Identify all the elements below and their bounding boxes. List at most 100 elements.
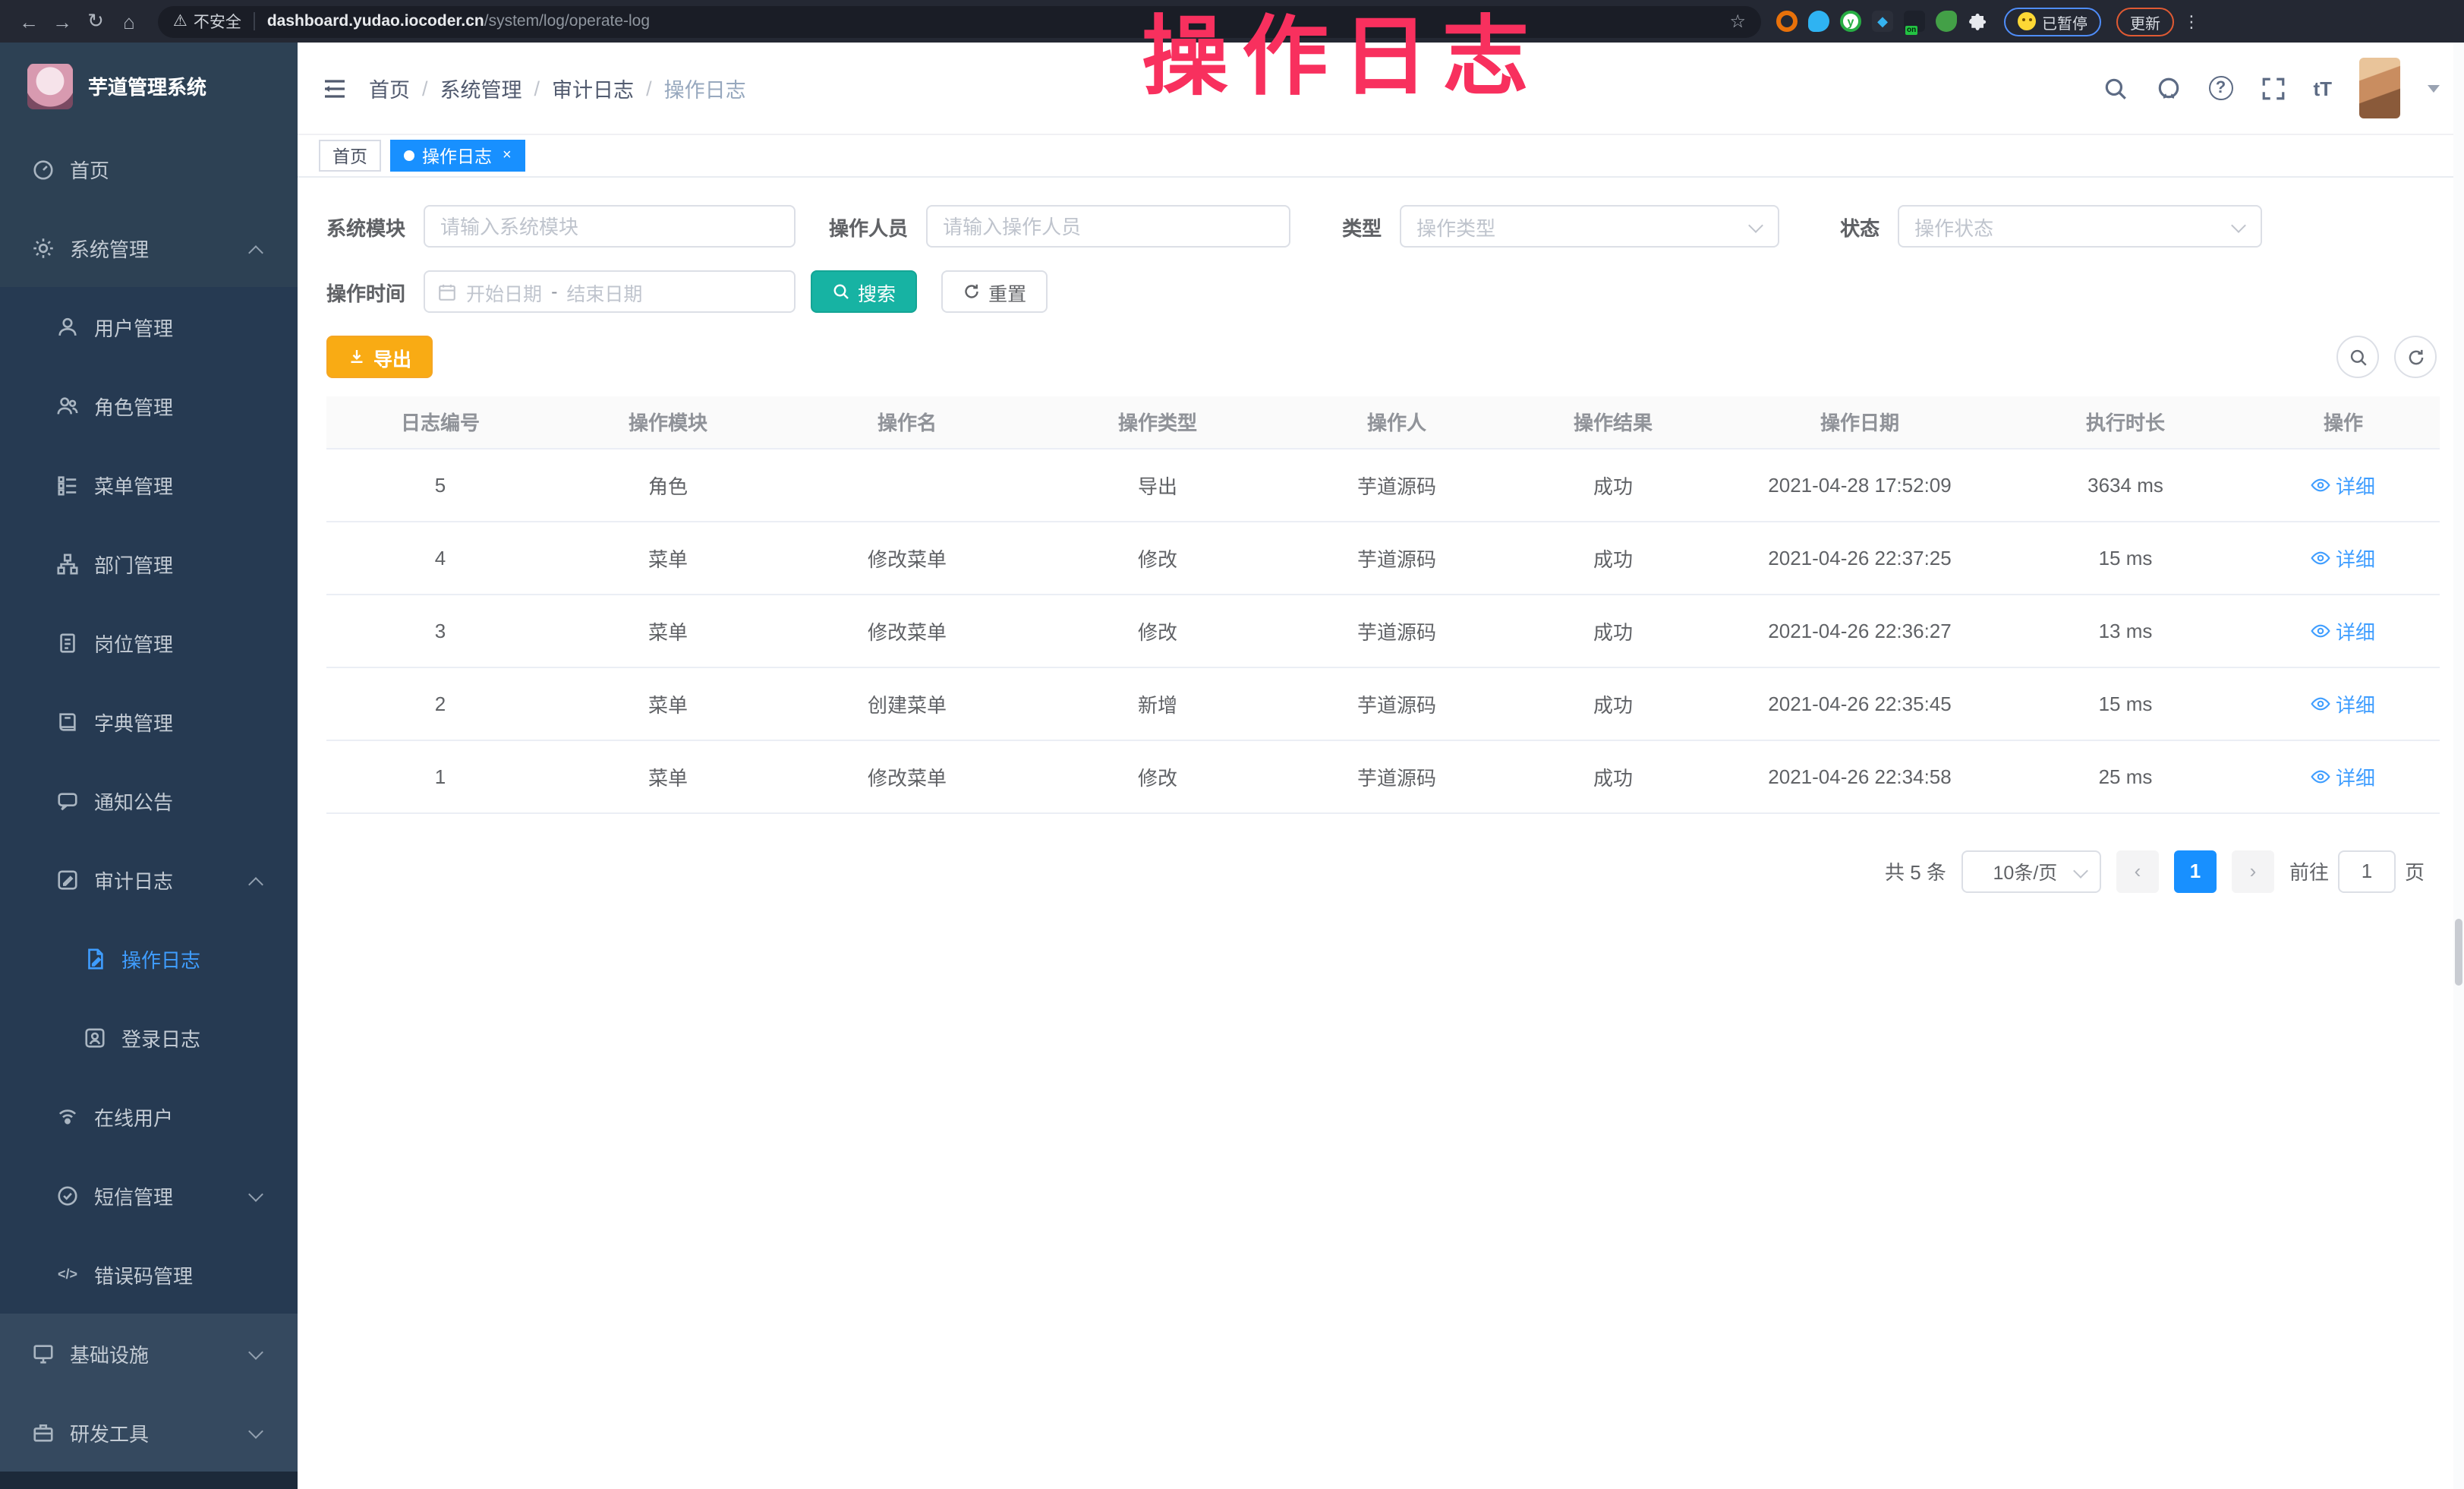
extension-icon-leaf[interactable]	[1936, 11, 1957, 32]
screenshot-root: ← → ↻ ⌂ ⚠ 不安全 dashboard.yudao.iocoder.cn…	[0, 0, 2464, 1489]
sidebar-item-menus[interactable]: 菜单管理	[0, 445, 298, 524]
sidebar-item-devtools[interactable]: 研发工具	[0, 1393, 298, 1472]
sidebar-item-operate-log[interactable]: 操作日志	[0, 919, 298, 998]
browser-back-icon[interactable]: ←	[12, 5, 46, 38]
sidebar-item-audit-log[interactable]: 审计日志	[0, 840, 298, 919]
tab-home[interactable]: 首页	[319, 140, 381, 172]
sidebar-item-posts[interactable]: 岗位管理	[0, 603, 298, 682]
browser-update-button[interactable]: 更新	[2116, 7, 2174, 36]
search-button[interactable]: 搜索	[811, 270, 917, 313]
sidebar-item-label: 操作日志	[121, 944, 200, 973]
search-icon[interactable]	[2102, 75, 2128, 101]
export-button[interactable]: 导出	[326, 336, 433, 378]
refresh-icon	[963, 282, 981, 301]
insecure-warning[interactable]: ⚠ 不安全	[173, 10, 241, 33]
chevron-up-icon	[249, 873, 261, 885]
browser-home-icon[interactable]: ⌂	[112, 5, 146, 38]
table-tools	[2336, 336, 2440, 378]
next-page-button[interactable]: ›	[2232, 850, 2274, 892]
sidebar-item-error-code[interactable]: </> 错误码管理	[0, 1235, 298, 1314]
github-icon[interactable]	[2155, 75, 2181, 101]
app-logo-row[interactable]: 芋道管理系统	[0, 43, 298, 129]
avatar[interactable]	[2359, 58, 2400, 118]
col-date: 操作日期	[1716, 396, 2004, 448]
date-range-picker[interactable]: 开始日期 - 结束日期	[424, 270, 796, 313]
sidebar-item-label: 登录日志	[121, 1023, 200, 1052]
reset-button[interactable]: 重置	[941, 270, 1048, 313]
detail-link[interactable]: 详细	[2311, 616, 2375, 645]
sidebar-item-label: 角色管理	[94, 391, 173, 420]
help-icon[interactable]: ?	[2208, 76, 2232, 100]
page-size-select[interactable]: 10条/页	[1961, 850, 2101, 892]
download-icon	[348, 348, 366, 366]
type-select-placeholder: 操作类型	[1416, 212, 1750, 241]
chevron-down-icon	[249, 1347, 261, 1359]
breadcrumb-system[interactable]: 系统管理	[440, 73, 522, 103]
extension-icon-green-y[interactable]: y	[1840, 11, 1861, 32]
type-label: 类型	[1342, 212, 1382, 241]
sidebar-item-users[interactable]: 用户管理	[0, 287, 298, 366]
extension-icon-pin[interactable]	[1808, 11, 1829, 32]
browser-forward-icon[interactable]: →	[46, 5, 79, 38]
module-input[interactable]	[424, 205, 796, 248]
browser-menu-icon[interactable]: ⋮	[2183, 11, 2200, 31]
sidebar-item-online-users[interactable]: 在线用户	[0, 1077, 298, 1156]
breadcrumb-home[interactable]: 首页	[369, 73, 410, 103]
sidebar-item-depts[interactable]: 部门管理	[0, 524, 298, 603]
prev-page-button[interactable]: ‹	[2116, 850, 2159, 892]
close-icon[interactable]: ×	[503, 147, 512, 164]
sidebar-item-infra[interactable]: 基础设施	[0, 1314, 298, 1393]
breadcrumb-separator: /	[646, 77, 652, 99]
filter-row-1: 系统模块 操作人员 类型 操作类型 状态 操作状态	[326, 205, 2440, 248]
chevron-down-icon	[1750, 220, 1763, 232]
browser-reload-icon[interactable]: ↻	[79, 5, 112, 38]
book-icon	[56, 710, 79, 733]
toggle-search-button[interactable]	[2336, 336, 2379, 378]
document-edit-icon	[83, 947, 106, 970]
extension-icon-gem[interactable]: ◆	[1872, 11, 1893, 32]
sidebar-item-home[interactable]: 首页	[0, 129, 298, 208]
sidebar-item-notice[interactable]: 通知公告	[0, 761, 298, 840]
breadcrumb-audit[interactable]: 审计日志	[552, 73, 634, 103]
profile-paused-badge[interactable]: 已暂停	[2004, 7, 2101, 36]
sidebar-item-system[interactable]: 系统管理	[0, 208, 298, 287]
sidebar-item-login-log[interactable]: 登录日志	[0, 998, 298, 1077]
sidebar-item-sms[interactable]: 短信管理	[0, 1156, 298, 1235]
org-tree-icon	[56, 552, 79, 575]
scrollbar-thumb[interactable]	[2455, 919, 2462, 986]
page-unit-label: 页	[2405, 856, 2425, 885]
detail-link[interactable]: 详细	[2311, 762, 2375, 790]
scrollbar[interactable]	[2453, 43, 2464, 1489]
active-dot-icon	[404, 150, 414, 161]
page-1-button[interactable]: 1	[2174, 850, 2217, 892]
bookmark-star-icon[interactable]: ☆	[1729, 11, 1746, 32]
address-bar[interactable]: ⚠ 不安全 dashboard.yudao.iocoder.cn /system…	[158, 5, 1761, 37]
refresh-table-button[interactable]	[2394, 336, 2437, 378]
eye-icon	[2311, 620, 2331, 640]
sidebar-item-label: 部门管理	[94, 549, 173, 578]
collapse-sidebar-icon[interactable]	[322, 75, 348, 101]
operator-input[interactable]	[926, 205, 1290, 248]
extensions-row: y ◆	[1776, 11, 1989, 32]
tab-operate-log[interactable]: 操作日志 ×	[390, 140, 525, 172]
type-select[interactable]: 操作类型	[1400, 205, 1779, 248]
detail-link[interactable]: 详细	[2311, 543, 2375, 572]
detail-link[interactable]: 详细	[2311, 689, 2375, 718]
extension-icon-switch-on[interactable]	[1904, 11, 1925, 32]
status-select[interactable]: 操作状态	[1898, 205, 2262, 248]
range-separator: -	[551, 281, 557, 302]
fullscreen-icon[interactable]	[2260, 75, 2286, 101]
extensions-puzzle-icon[interactable]	[1968, 11, 1989, 32]
sidebar-item-label: 审计日志	[94, 865, 173, 894]
goto-page-input[interactable]	[2338, 850, 2396, 892]
table-row: 4菜单修改菜单修改芋道源码成功2021-04-26 22:37:2515 ms …	[326, 521, 2440, 594]
update-label: 更新	[2130, 10, 2160, 33]
operator-label: 操作人员	[829, 212, 908, 241]
caret-down-icon[interactable]	[2428, 84, 2440, 92]
sidebar-item-dict[interactable]: 字典管理	[0, 682, 298, 761]
detail-link[interactable]: 详细	[2311, 470, 2375, 499]
sidebar-item-roles[interactable]: 角色管理	[0, 366, 298, 445]
extension-icon-orange[interactable]	[1776, 11, 1798, 32]
status-label: 状态	[1840, 212, 1880, 241]
font-size-icon[interactable]: tT	[2313, 77, 2332, 99]
